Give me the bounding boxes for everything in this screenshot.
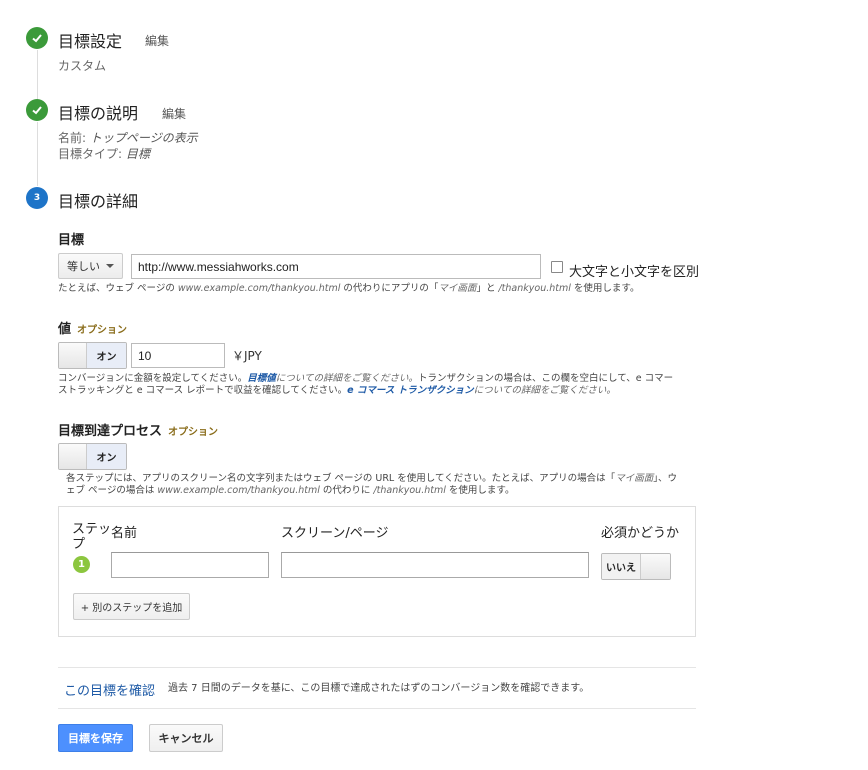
column-header-required: 必須かどうか [601,526,680,541]
case-sensitive-label: 大文字と小文字を区別 [569,265,700,280]
step-3-number-badge: 3 [26,187,48,209]
toggle-knob [59,343,87,368]
destination-url-input[interactable]: http://www.messiahworks.com [131,254,541,279]
step-2-type: 目標タイプ: 目標 [58,147,150,161]
match-type-value: 等しい [67,260,100,273]
case-sensitive-checkbox[interactable] [551,261,563,273]
step-2-title: 目標の説明 [58,104,139,123]
value-label: 値オプション [58,322,128,337]
step-connector-2 [37,122,38,186]
step-connector-1 [37,50,38,100]
divider [58,708,696,709]
currency-label: ￥JPY [232,349,262,363]
funnel-step-screen-input[interactable] [281,552,589,578]
funnel-label: 目標到達プロセス オプション [58,424,219,439]
add-step-button[interactable]: + 別のステップを追加 [73,593,190,620]
column-header-screen-page: スクリーン/ページ [281,526,389,541]
ecommerce-transaction-link[interactable]: e コマース トランザクション [347,385,474,396]
value-help-line-2: ストラッキングと e コマース レポートで収益を確認してください。e コマース … [58,385,616,396]
column-header-name: 名前 [111,526,138,541]
destination-help-text: たとえば、ウェブ ページの www.example.com/thankyou.h… [58,283,640,294]
step-complete-check-icon [26,27,48,49]
save-goal-button[interactable]: 目標を保存 [58,724,133,752]
step-1-summary: カスタム [58,59,107,73]
step-complete-check-icon [26,99,48,121]
funnel-toggle-label: オン [87,444,126,469]
step-2-name: 名前: トップページの表示 [58,131,198,145]
value-toggle[interactable]: オン [58,342,127,369]
verify-description: 過去 7 日間のデータを基に、この目標で達成されたはずのコンバージョン数を確認で… [168,683,590,694]
value-optional-tag: オプション [77,325,128,336]
funnel-step-name-input[interactable] [111,552,269,578]
step-1-edit-link[interactable]: 編集 [145,32,169,49]
toggle-knob [640,554,670,579]
chevron-down-icon [106,264,114,268]
cancel-button[interactable]: キャンセル [149,724,223,752]
destination-label: 目標 [58,233,85,248]
funnel-toggle[interactable]: オン [58,443,127,470]
required-toggle-label: いいえ [602,554,640,579]
funnel-optional-tag: オプション [168,427,219,438]
funnel-help-line-1: 各ステップには、アプリのスクリーン名の文字列またはウェブ ページの URL を使… [66,473,677,484]
step-1-title: 目標設定 [58,32,123,51]
value-toggle-label: オン [87,343,126,368]
step-2-edit-link[interactable]: 編集 [162,105,186,122]
goal-value-link[interactable]: 目標値 [247,373,276,384]
step-3-title: 目標の詳細 [58,192,139,211]
funnel-steps-panel: ステッ プ 名前 スクリーン/ページ 必須かどうか 1 いいえ + 別のステップ… [58,506,696,637]
value-help-line-1: コンバージョンに金額を設定してください。目標値についての詳細をご覧ください。トラ… [58,373,674,384]
match-type-select[interactable]: 等しい [58,253,123,279]
value-amount-input[interactable]: 10 [131,343,225,368]
funnel-step-number-badge: 1 [73,556,90,573]
toggle-knob [59,444,87,469]
column-header-step: ステッ プ [72,522,112,552]
divider [58,667,696,668]
funnel-step-required-toggle[interactable]: いいえ [601,553,671,580]
funnel-help-line-2: ェブ ページの場合は www.example.com/thankyou.html… [66,485,515,496]
verify-goal-link[interactable]: この目標を確認 [64,680,155,699]
